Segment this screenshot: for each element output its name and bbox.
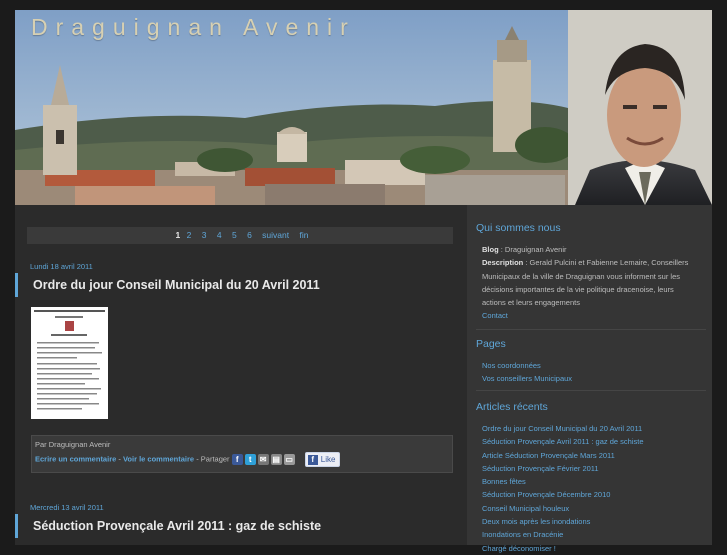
document-preview-graphic bbox=[34, 310, 105, 410]
blog-value: : Draguignan Avenir bbox=[500, 245, 567, 254]
page-link-6[interactable]: 6 bbox=[247, 230, 252, 240]
recent-article-link[interactable]: Chargé déconomiser ! bbox=[482, 542, 644, 555]
print-share-icon[interactable]: ▤ bbox=[270, 454, 282, 465]
contact-link[interactable]: Contact bbox=[482, 309, 697, 322]
page-link-2[interactable]: 2 bbox=[187, 230, 192, 240]
description-label: Description bbox=[482, 258, 524, 268]
bookmark-share-icon[interactable]: ▭ bbox=[283, 454, 295, 465]
recent-article-link[interactable]: Conseil Municipal houleux bbox=[482, 502, 644, 515]
about-heading: Qui sommes nous bbox=[476, 222, 561, 234]
site-title[interactable]: Draguignan Avenir bbox=[31, 14, 356, 41]
write-comment-link[interactable]: Ecrire un commentaire bbox=[35, 454, 116, 463]
page-link-3[interactable]: 3 bbox=[202, 230, 207, 240]
recent-article-link[interactable]: Séduction Provençale Février 2011 bbox=[482, 462, 644, 475]
post-title[interactable]: Ordre du jour Conseil Municipal du 20 Av… bbox=[15, 273, 473, 297]
pages-list: Nos coordonnées Vos conseillers Municipa… bbox=[482, 359, 572, 386]
about-text: Blog : Draguignan Avenir Description : G… bbox=[482, 243, 697, 323]
pagination: 1 2 3 4 5 6 suivant fin bbox=[27, 227, 453, 244]
document-thumbnail[interactable] bbox=[31, 307, 108, 419]
recent-article-link[interactable]: Deux mois après les inondations bbox=[482, 515, 644, 528]
divider bbox=[476, 329, 706, 330]
facebook-share-icon[interactable]: f bbox=[231, 454, 243, 465]
recent-article-link[interactable]: Ordre du jour Conseil Municipal du 20 Av… bbox=[482, 422, 644, 435]
twitter-share-icon[interactable]: t bbox=[244, 454, 256, 465]
divider bbox=[476, 390, 706, 391]
recent-articles-heading: Articles récents bbox=[476, 401, 548, 413]
post-date: Lundi 18 avril 2011 bbox=[30, 262, 93, 271]
recent-article-link[interactable]: Séduction Provençale Décembre 2010 bbox=[482, 488, 644, 501]
page-link-4[interactable]: 4 bbox=[217, 230, 222, 240]
post-title[interactable]: Séduction Provençale Avril 2011 : gaz de… bbox=[15, 514, 473, 538]
post-author: Par Draguignan Avenir bbox=[35, 440, 111, 449]
recent-article-link[interactable]: Séduction Provençale Avril 2011 : gaz de… bbox=[482, 435, 644, 448]
recent-article-link[interactable]: Article Séduction Provençale Mars 2011 bbox=[482, 449, 644, 462]
post-footer: Par Draguignan Avenir Ecrire un commenta… bbox=[31, 435, 453, 473]
page: Draguignan Avenir 1 2 3 4 5 6 suivant fi… bbox=[15, 10, 712, 553]
recent-articles-list: Ordre du jour Conseil Municipal du 20 Av… bbox=[482, 422, 644, 555]
blog-label: Blog bbox=[482, 245, 499, 254]
page-last-link[interactable]: fin bbox=[299, 230, 308, 240]
view-comments-link[interactable]: Voir le commentaire bbox=[123, 454, 194, 463]
pages-heading: Pages bbox=[476, 338, 506, 350]
facebook-like-button[interactable]: f Like bbox=[304, 452, 341, 467]
page-current: 1 bbox=[175, 230, 181, 240]
email-share-icon[interactable]: ✉ bbox=[257, 454, 269, 465]
header-banner: Draguignan Avenir bbox=[15, 10, 712, 205]
facebook-logo-icon: f bbox=[307, 455, 318, 465]
main-content: 1 2 3 4 5 6 suivant fin Lundi 18 avril 2… bbox=[15, 213, 465, 545]
post-date: Mercredi 13 avril 2011 bbox=[30, 503, 104, 512]
page-link-5[interactable]: 5 bbox=[232, 230, 237, 240]
sidebar: Qui sommes nous Blog : Draguignan Avenir… bbox=[467, 205, 712, 553]
share-label: - Partager bbox=[196, 454, 230, 464]
recent-article-link[interactable]: Bonnes fêtes bbox=[482, 475, 644, 488]
page-link-coordonnees[interactable]: Nos coordonnées bbox=[482, 359, 572, 372]
page-next-link[interactable]: suivant bbox=[262, 230, 289, 240]
page-link-conseillers[interactable]: Vos conseillers Municipaux bbox=[482, 372, 572, 385]
recent-article-link[interactable]: Inondations en Dracénie bbox=[482, 528, 644, 541]
